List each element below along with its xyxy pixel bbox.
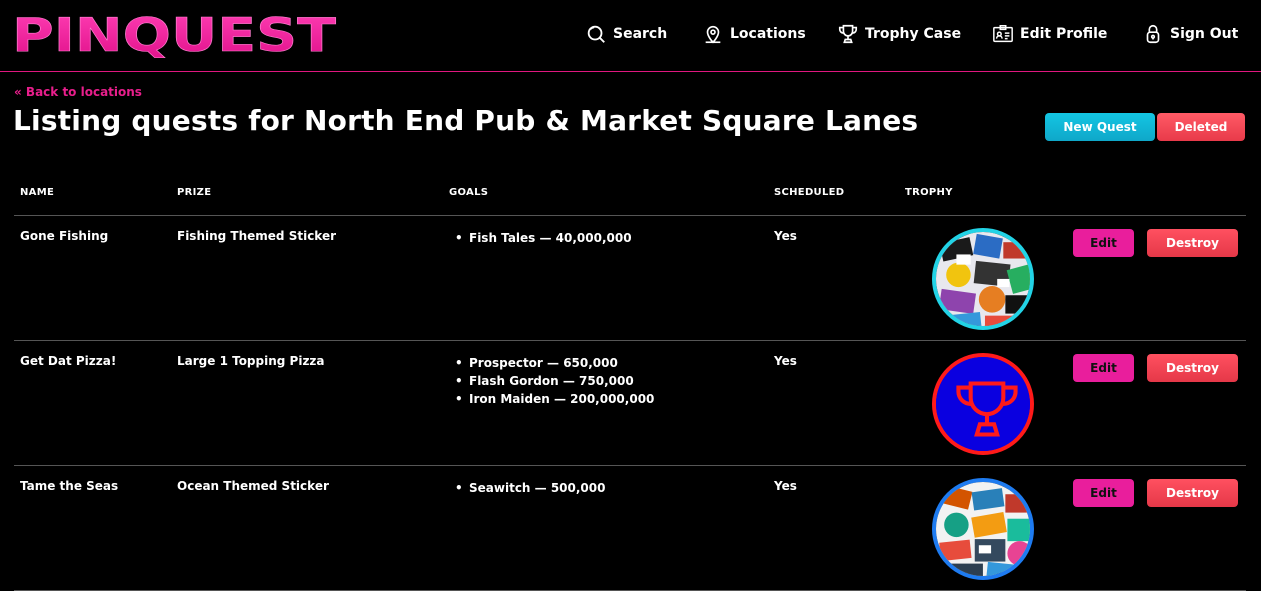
column-header-scheduled: SCHEDULED xyxy=(774,187,845,198)
new-quest-button[interactable]: New Quest xyxy=(1045,113,1155,141)
destroy-button[interactable]: Destroy xyxy=(1147,354,1238,382)
quest-prize: Fishing Themed Sticker xyxy=(177,229,337,243)
table-row: Gone Fishing Fishing Themed Sticker Fish… xyxy=(14,216,1246,341)
table-header: NAME PRIZE GOALS SCHEDULED TROPHY xyxy=(14,180,1246,216)
search-icon xyxy=(587,25,605,43)
goal-item: Seawitch — 500,000 xyxy=(449,479,605,497)
goal-item: Flash Gordon — 750,000 xyxy=(449,372,654,390)
quest-prize: Large 1 Topping Pizza xyxy=(177,354,325,368)
nav-locations[interactable]: Locations xyxy=(702,20,806,48)
quest-name: Gone Fishing xyxy=(20,229,109,243)
edit-button[interactable]: Edit xyxy=(1073,354,1134,382)
quest-scheduled: Yes xyxy=(774,479,797,493)
quest-name: Get Dat Pizza! xyxy=(20,354,117,368)
edit-button[interactable]: Edit xyxy=(1073,479,1134,507)
destroy-button[interactable]: Destroy xyxy=(1147,479,1238,507)
nav-edit-profile-label: Edit Profile xyxy=(1020,26,1108,42)
id-card-icon xyxy=(993,25,1013,43)
column-header-prize: PRIZE xyxy=(177,187,212,198)
quest-name: Tame the Seas xyxy=(20,479,119,493)
trophy-sticker-image xyxy=(932,228,1034,330)
quest-prize: Ocean Themed Sticker xyxy=(177,479,329,493)
top-navbar: PINQUEST Search Locations Trophy Case Ed… xyxy=(0,0,1261,72)
trophy-default-badge xyxy=(932,353,1034,455)
quest-goals: Fish Tales — 40,000,000 xyxy=(449,229,632,247)
main-nav: Search Locations Trophy Case Edit Profil… xyxy=(0,20,1261,48)
goal-item: Prospector — 650,000 xyxy=(449,354,654,372)
map-pin-icon xyxy=(705,25,721,44)
column-header-name: NAME xyxy=(20,187,55,198)
goal-item: Fish Tales — 40,000,000 xyxy=(449,229,632,247)
trophy-icon xyxy=(936,357,1030,451)
page-title: Listing quests for North End Pub & Marke… xyxy=(13,104,919,137)
lock-icon xyxy=(1146,24,1160,44)
nav-search[interactable]: Search xyxy=(585,20,667,48)
goal-item: Iron Maiden — 200,000,000 xyxy=(449,390,654,408)
quest-goals: Prospector — 650,000 Flash Gordon — 750,… xyxy=(449,354,654,408)
table-row: Get Dat Pizza! Large 1 Topping Pizza Pro… xyxy=(14,341,1246,466)
nav-edit-profile[interactable]: Edit Profile xyxy=(992,20,1107,48)
nav-sign-out[interactable]: Sign Out xyxy=(1142,20,1238,48)
table-row: Tame the Seas Ocean Themed Sticker Seawi… xyxy=(14,466,1246,591)
trophy-sticker-image xyxy=(932,478,1034,580)
quest-goals: Seawitch — 500,000 xyxy=(449,479,605,497)
nav-trophy-case[interactable]: Trophy Case xyxy=(837,20,961,48)
column-header-goals: GOALS xyxy=(449,187,489,198)
back-to-locations-link[interactable]: « Back to locations xyxy=(14,85,142,99)
deleted-button[interactable]: Deleted xyxy=(1157,113,1245,141)
column-header-trophy: TROPHY xyxy=(905,187,953,198)
quests-table: NAME PRIZE GOALS SCHEDULED TROPHY Gone F… xyxy=(14,180,1246,591)
nav-search-label: Search xyxy=(613,26,668,42)
edit-button[interactable]: Edit xyxy=(1073,229,1134,257)
nav-locations-label: Locations xyxy=(730,26,806,42)
destroy-button[interactable]: Destroy xyxy=(1147,229,1238,257)
trophy-icon xyxy=(838,24,858,44)
quest-scheduled: Yes xyxy=(774,229,797,243)
nav-trophy-case-label: Trophy Case xyxy=(865,26,962,42)
nav-sign-out-label: Sign Out xyxy=(1170,26,1239,42)
quest-scheduled: Yes xyxy=(774,354,797,368)
